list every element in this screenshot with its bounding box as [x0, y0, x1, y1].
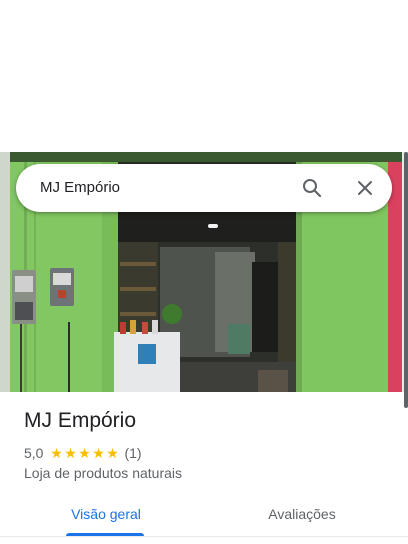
star-rating: ★ ★ ★ ★ ★	[49, 446, 119, 460]
search-bar[interactable]: MJ Empório	[16, 164, 392, 212]
star-icon: ★	[106, 445, 119, 461]
tab-reviews[interactable]: Avaliações	[256, 496, 348, 536]
star-icon: ★	[92, 445, 105, 461]
close-icon[interactable]	[353, 176, 377, 200]
rating-row[interactable]: 5,0 ★ ★ ★ ★ ★ (1)	[24, 444, 142, 462]
star-icon: ★	[78, 445, 91, 461]
tab-overview[interactable]: Visão geral	[62, 496, 150, 536]
search-icon[interactable]	[300, 176, 324, 200]
star-icon: ★	[50, 445, 63, 461]
tabs-divider	[0, 536, 408, 537]
place-title: MJ Empório	[24, 409, 137, 432]
search-input[interactable]: MJ Empório	[40, 164, 120, 212]
rating-value: 5,0	[24, 445, 44, 461]
review-count[interactable]: (1)	[124, 445, 141, 461]
place-category[interactable]: Loja de produtos naturais	[24, 465, 182, 481]
star-icon: ★	[64, 445, 77, 461]
tab-bar: Visão geral Avaliações	[0, 496, 408, 536]
scrollbar-thumb[interactable]	[404, 152, 408, 408]
place-page: MJ Empório MJ Empório 5,0 ★ ★ ★ ★ ★ (1) …	[0, 0, 408, 544]
